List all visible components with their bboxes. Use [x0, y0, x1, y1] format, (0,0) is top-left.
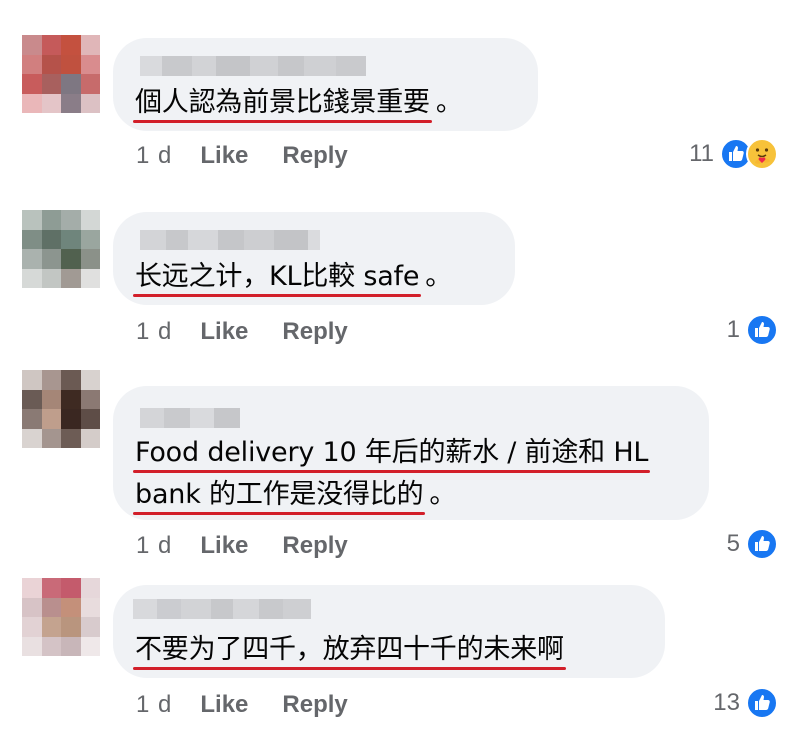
reaction-summary[interactable]: 5 — [727, 528, 778, 560]
comment-text-line: 不要为了四千，放弃四十千的未来啊 — [133, 629, 566, 671]
like-icon — [746, 314, 778, 346]
like-button[interactable]: Like — [200, 691, 248, 719]
commenter-name[interactable] — [140, 408, 240, 428]
comment-text: 個人認為前景比錢景重要。 — [133, 82, 518, 124]
comment-text-line: 长远之计，KL比較 safe — [132, 256, 422, 298]
comment-text-period: 。 — [429, 479, 457, 510]
reaction-count: 5 — [726, 530, 740, 557]
comment-text-period: 。 — [435, 87, 463, 118]
like-icon — [746, 687, 778, 719]
reaction-count: 13 — [713, 689, 740, 716]
avatar[interactable] — [22, 210, 100, 288]
comment-text: 长远之计，KL比較 safe。 — [132, 256, 495, 298]
commenter-name[interactable] — [133, 599, 311, 619]
comment-text-line: 個人認為前景比錢景重要 — [133, 82, 432, 124]
comment-actions: 1 d Like Reply — [136, 532, 348, 560]
care-icon — [746, 138, 778, 170]
reply-button[interactable]: Reply — [282, 691, 347, 719]
comment-actions: 1 d Like Reply — [136, 691, 348, 719]
comment-bubble: Food delivery 10 年后的薪水 / 前途和 HL bank 的工作… — [113, 386, 709, 520]
reaction-summary[interactable]: 13 — [713, 687, 778, 719]
commenter-name[interactable] — [140, 56, 366, 76]
comment-actions: 1 d Like Reply — [136, 318, 348, 346]
comment-bubble: 不要为了四千，放弃四十千的未来啊 — [113, 585, 665, 678]
comment-time[interactable]: 1 d — [136, 691, 172, 719]
reaction-summary[interactable]: 11 — [689, 138, 778, 170]
comment-text-line: bank 的工作是没得比的 — [132, 474, 426, 516]
like-button[interactable]: Like — [200, 532, 248, 560]
comment-text: Food delivery 10 年后的薪水 / 前途和 HL bank 的工作… — [132, 432, 689, 516]
like-icon — [746, 528, 778, 560]
comment-actions: 1 d Like Reply — [136, 142, 348, 170]
comment-bubble: 個人認為前景比錢景重要。 — [113, 38, 538, 131]
avatar[interactable] — [22, 370, 100, 448]
reply-button[interactable]: Reply — [282, 142, 347, 170]
comment-text-period: 。 — [425, 261, 453, 292]
like-button[interactable]: Like — [200, 318, 248, 346]
commenter-name[interactable] — [140, 230, 320, 250]
comment-text: 不要为了四千，放弃四十千的未来啊 — [133, 629, 645, 671]
reply-button[interactable]: Reply — [282, 532, 347, 560]
reply-button[interactable]: Reply — [282, 318, 347, 346]
reaction-count: 11 — [689, 140, 714, 167]
reaction-summary[interactable]: 1 — [727, 314, 778, 346]
like-button[interactable]: Like — [200, 142, 248, 170]
comment-text-line: Food delivery 10 年后的薪水 / 前途和 HL — [132, 432, 651, 474]
comment-bubble: 长远之计，KL比較 safe。 — [113, 212, 515, 305]
comment-time[interactable]: 1 d — [136, 532, 172, 560]
avatar[interactable] — [22, 35, 100, 113]
comment-time[interactable]: 1 d — [136, 318, 172, 346]
avatar[interactable] — [22, 578, 100, 656]
comment-time[interactable]: 1 d — [136, 142, 172, 170]
reaction-count: 1 — [726, 316, 740, 343]
